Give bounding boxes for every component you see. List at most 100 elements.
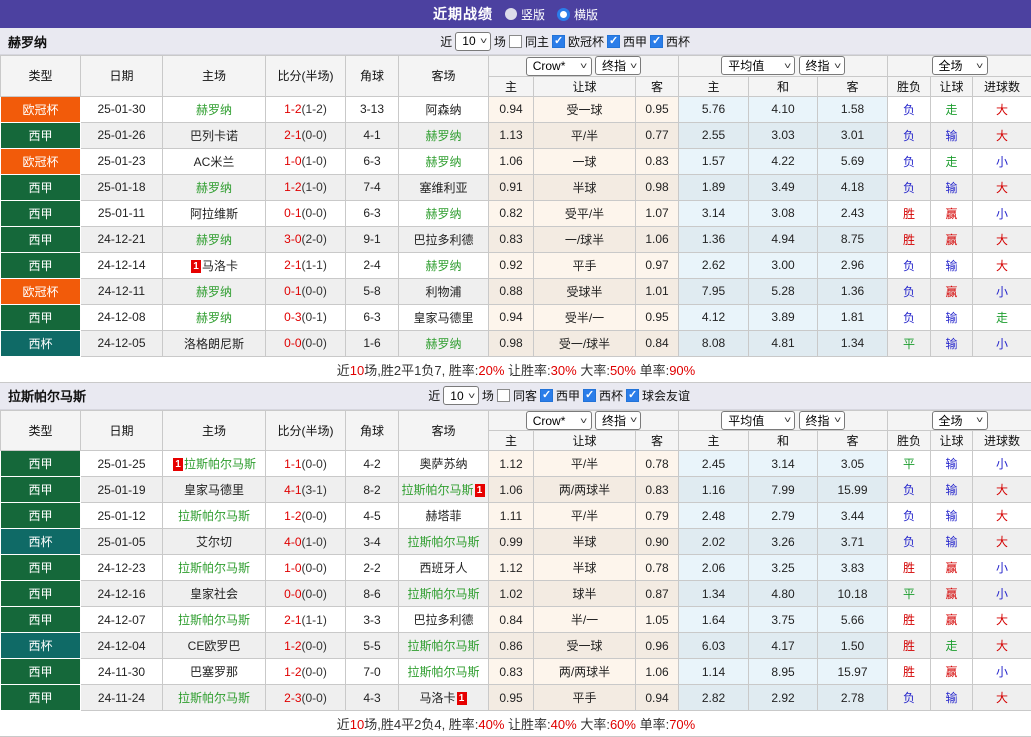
odds-away: 0.90 bbox=[636, 529, 679, 555]
avg-time-select[interactable]: 终指˅ bbox=[799, 411, 845, 430]
footer-stat-segment: 场,胜2平1负7, 胜率: bbox=[364, 363, 478, 378]
avg-home: 6.03 bbox=[679, 633, 749, 659]
odds-handicap: 受一球 bbox=[534, 96, 636, 122]
result-goals: 大 bbox=[973, 529, 1031, 555]
scope-select[interactable]: 全场˅ bbox=[932, 56, 988, 75]
odds-home: 0.99 bbox=[489, 529, 534, 555]
scope-select[interactable]: 全场˅ bbox=[932, 411, 988, 430]
result-handicap: 输 bbox=[931, 330, 973, 356]
footer-stat-segment: 10 bbox=[350, 717, 364, 732]
avg-time-select[interactable]: 终指˅ bbox=[799, 56, 845, 75]
score-halftime: (0-0) bbox=[302, 206, 327, 220]
corner-count: 4-3 bbox=[346, 685, 399, 711]
score-fulltime: 3-0 bbox=[284, 232, 301, 246]
league-checkbox-3[interactable] bbox=[650, 35, 663, 48]
avg-away: 3.71 bbox=[818, 529, 888, 555]
away-team-name: 赫罗纳 bbox=[425, 207, 461, 221]
away-team-name: 赫罗纳 bbox=[425, 337, 461, 351]
layout-vertical-radio[interactable]: 竖版 bbox=[505, 6, 545, 23]
score-halftime: (0-0) bbox=[302, 336, 327, 350]
match-date: 24-12-23 bbox=[81, 555, 163, 581]
avg-home: 8.08 bbox=[679, 330, 749, 356]
bookmaker-select[interactable]: Crow*˅ bbox=[526, 411, 592, 430]
footer-stat-segment: 70% bbox=[669, 717, 695, 732]
match-row: 欧冠杯 25-01-30 赫罗纳 1-2(1-2) 3-13 阿森纳 0.94 … bbox=[1, 96, 1031, 122]
average-select[interactable]: 平均值˅ bbox=[721, 411, 795, 430]
chevron-down-icon: ˅ bbox=[784, 415, 791, 425]
score-fulltime: 1-2 bbox=[284, 102, 301, 116]
league-label-1[interactable]: 西甲 bbox=[556, 387, 580, 404]
match-type: 西甲 bbox=[1, 685, 81, 711]
radio-horizontal-label[interactable]: 横版 bbox=[574, 6, 598, 23]
away-team-cell: 赫罗纳 bbox=[399, 122, 489, 148]
league-label-1[interactable]: 欧冠杯 bbox=[568, 33, 604, 50]
league-checkbox-3[interactable] bbox=[626, 389, 639, 402]
result-goals: 小 bbox=[973, 451, 1031, 477]
result-handicap: 赢 bbox=[931, 659, 973, 685]
league-label-3[interactable]: 西杯 bbox=[666, 33, 690, 50]
layout-horizontal-radio[interactable]: 横版 bbox=[557, 6, 598, 23]
score-fulltime: 2-1 bbox=[284, 128, 301, 142]
col-header-home: 主场 bbox=[163, 56, 266, 97]
col-header-odds-away: 客 bbox=[636, 431, 679, 451]
match-row: 西甲 24-11-30 巴塞罗那 1-2(0-0) 7-0 拉斯帕尔马斯 0.8… bbox=[1, 659, 1031, 685]
result-outcome: 胜 bbox=[888, 607, 931, 633]
odds-home: 1.11 bbox=[489, 503, 534, 529]
home-team-cell: 洛格朗尼斯 bbox=[163, 330, 266, 356]
odds-time-select[interactable]: 终指˅ bbox=[595, 56, 641, 75]
league-label-2[interactable]: 西杯 bbox=[599, 387, 623, 404]
match-type: 西甲 bbox=[1, 503, 81, 529]
avg-home: 1.34 bbox=[679, 581, 749, 607]
avg-away: 8.75 bbox=[818, 226, 888, 252]
same-venue-checkbox[interactable] bbox=[497, 389, 510, 402]
recent-count-select[interactable]: 10 ˅ bbox=[455, 32, 491, 51]
same-venue-label[interactable]: 同客 bbox=[513, 387, 537, 404]
league-checkbox-2[interactable] bbox=[583, 389, 596, 402]
odds-handicap: 一球 bbox=[534, 148, 636, 174]
match-type: 西甲 bbox=[1, 607, 81, 633]
avg-home: 2.02 bbox=[679, 529, 749, 555]
match-type: 西杯 bbox=[1, 529, 81, 555]
home-team-name: 巴塞罗那 bbox=[190, 665, 238, 679]
odds-handicap: 受一球 bbox=[534, 633, 636, 659]
same-venue-label[interactable]: 同主 bbox=[525, 33, 549, 50]
col-header-type: 类型 bbox=[1, 410, 81, 451]
radio-vertical-icon[interactable] bbox=[505, 8, 517, 20]
avg-draw: 3.08 bbox=[749, 200, 818, 226]
home-team-cell: CE欧罗巴 bbox=[163, 633, 266, 659]
odds-away: 0.78 bbox=[636, 451, 679, 477]
odds-time-select[interactable]: 终指˅ bbox=[595, 411, 641, 430]
result-handicap: 赢 bbox=[931, 200, 973, 226]
odds-home: 0.91 bbox=[489, 174, 534, 200]
avg-home: 5.76 bbox=[679, 96, 749, 122]
odds-handicap: 半球 bbox=[534, 555, 636, 581]
bookmaker-select[interactable]: Crow*˅ bbox=[526, 57, 592, 76]
score-halftime: (0-0) bbox=[302, 128, 327, 142]
radio-horizontal-icon[interactable] bbox=[557, 8, 570, 21]
match-row: 西甲 24-12-07 拉斯帕尔马斯 2-1(1-1) 3-3 巴拉多利德 0.… bbox=[1, 607, 1031, 633]
league-checkbox-1[interactable] bbox=[540, 389, 553, 402]
match-type: 西甲 bbox=[1, 226, 81, 252]
col-header-date: 日期 bbox=[81, 56, 163, 97]
score-fulltime: 0-0 bbox=[284, 587, 301, 601]
home-team-name: 赫罗纳 bbox=[196, 103, 232, 117]
radio-vertical-label[interactable]: 竖版 bbox=[521, 6, 545, 23]
league-label-3[interactable]: 球会友谊 bbox=[642, 387, 690, 404]
same-venue-checkbox[interactable] bbox=[509, 35, 522, 48]
odds-away: 0.79 bbox=[636, 503, 679, 529]
result-outcome: 负 bbox=[888, 685, 931, 711]
league-checkbox-1[interactable] bbox=[552, 35, 565, 48]
average-select[interactable]: 平均值˅ bbox=[721, 56, 795, 75]
league-checkbox-2[interactable] bbox=[607, 35, 620, 48]
match-date: 25-01-05 bbox=[81, 529, 163, 555]
home-team-cell: 巴列卡诺 bbox=[163, 122, 266, 148]
match-row: 西甲 25-01-25 1拉斯帕尔马斯 1-1(0-0) 4-2 奥萨苏纳 1.… bbox=[1, 451, 1031, 477]
league-label-2[interactable]: 西甲 bbox=[623, 33, 647, 50]
odds-away: 1.01 bbox=[636, 278, 679, 304]
col-header-avg-home: 主 bbox=[679, 431, 749, 451]
score-halftime: (1-2) bbox=[302, 102, 327, 116]
score-halftime: (0-0) bbox=[302, 509, 327, 523]
recent-count-select[interactable]: 10 ˅ bbox=[443, 386, 479, 405]
avg-home: 1.64 bbox=[679, 607, 749, 633]
avg-draw: 3.03 bbox=[749, 122, 818, 148]
